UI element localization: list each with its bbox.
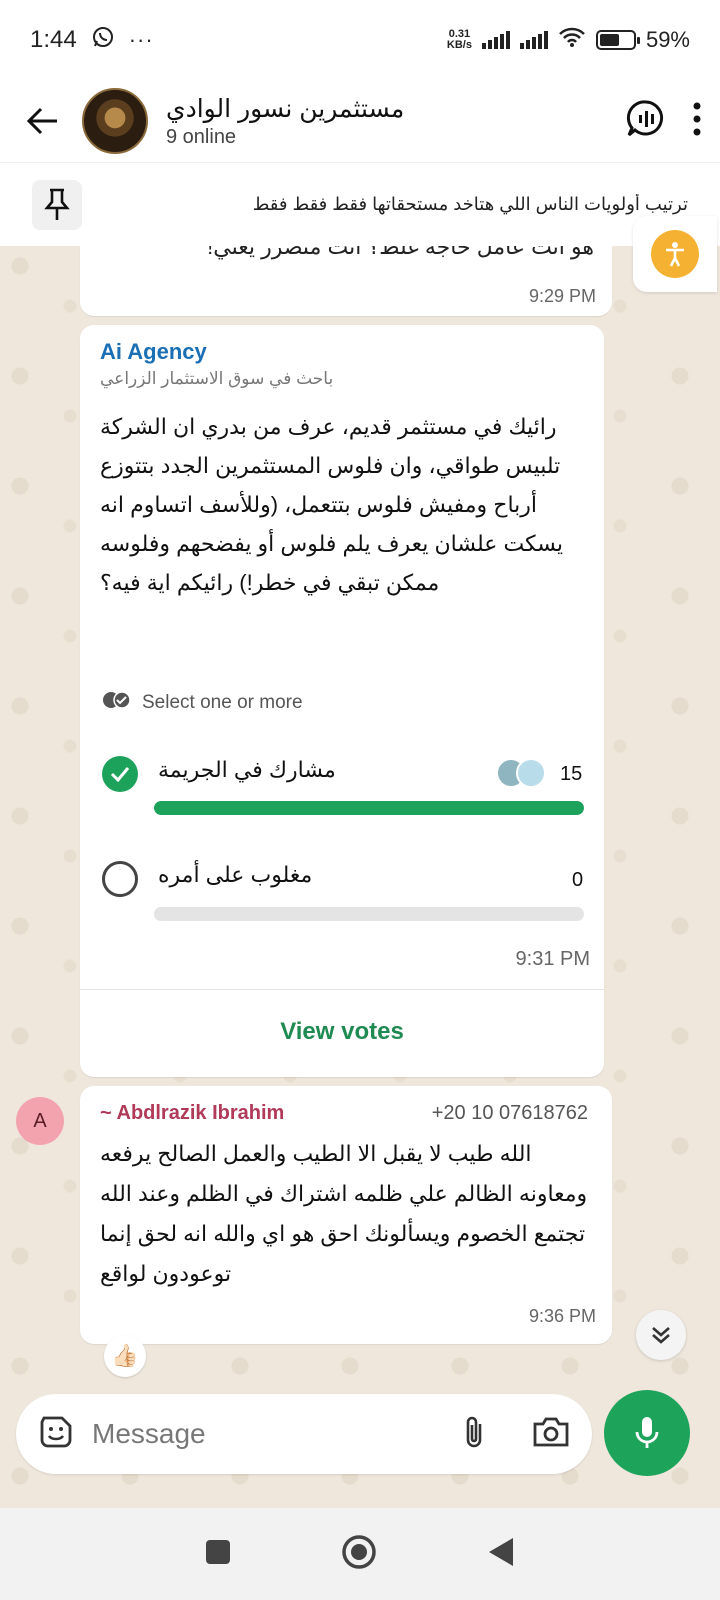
battery-percent: 59% — [645, 27, 690, 52]
accessibility-button[interactable] — [633, 216, 717, 292]
message-composer — [16, 1394, 592, 1474]
double-check-icon — [102, 691, 132, 715]
net-speed: 0.31 KB/s — [446, 28, 472, 51]
poll-sender-subtitle: باحث في سوق الاستثمار الزراعي — [100, 369, 334, 388]
mic-icon — [635, 1417, 659, 1448]
message-bubble[interactable]: هو انت عامل حاجة غلط؟ انت متضرر يعني! 9:… — [80, 246, 612, 316]
kebab-menu-icon[interactable] — [692, 102, 702, 141]
voter-avatars[interactable] — [496, 758, 546, 788]
poll-option-checkbox[interactable] — [102, 861, 138, 897]
message-input[interactable] — [92, 1418, 422, 1450]
chevron-double-down-icon — [652, 1327, 670, 1344]
signal-icon — [519, 31, 548, 49]
check-icon — [110, 767, 130, 782]
online-count: 9 online — [166, 125, 237, 148]
poll-option-label[interactable]: مشارك في الجريمة — [158, 757, 336, 783]
mic-button[interactable] — [604, 1390, 690, 1476]
pinned-text: ترتيب أولويات الناس اللي هتاخد مستحقاتها… — [252, 194, 688, 214]
square-nav-icon[interactable] — [205, 1539, 231, 1570]
message-time: 9:31 PM — [515, 948, 590, 970]
message-time: 9:36 PM — [528, 1306, 596, 1326]
poll-option-bar — [154, 907, 584, 921]
poll-option-count: 0 — [572, 869, 584, 891]
chat-header: مستثمرين نسور الوادي 9 online — [0, 80, 720, 162]
scroll-down-button[interactable] — [636, 1310, 686, 1360]
status-bar: 1:44 ··· 0.31 KB/s 59% — [0, 0, 720, 80]
group-info[interactable]: مستثمرين نسور الوادي 9 online — [166, 94, 404, 149]
camera-icon[interactable] — [532, 1416, 570, 1453]
home-nav-icon[interactable] — [341, 1534, 377, 1575]
message-sender[interactable]: ~ Abdlrazik Ibrahim — [100, 1102, 284, 1125]
poll-message: Ai Agency باحث في سوق الاستثمار الزراعي … — [80, 325, 604, 1077]
message-text: الله طيب لا يقبل الا الطيب والعمل الصالح… — [100, 1141, 588, 1286]
voice-chat-icon[interactable] — [626, 99, 666, 144]
wifi-icon — [558, 26, 586, 54]
message-text: هو انت عامل حاجة غلط؟ انت متضرر يعني! — [207, 246, 594, 259]
group-title: مستثمرين نسور الوادي — [166, 94, 405, 123]
sticker-icon[interactable] — [38, 1414, 74, 1455]
back-nav-icon[interactable] — [487, 1537, 515, 1572]
system-nav-bar — [0, 1508, 720, 1600]
group-avatar[interactable] — [82, 88, 148, 154]
back-arrow-icon[interactable] — [18, 96, 68, 146]
message-bubble[interactable]: ~ Abdlrazik Ibrahim +20 10 07618762 الله… — [80, 1086, 612, 1344]
poll-sender[interactable]: Ai Agency — [100, 339, 207, 365]
poll-question: رائيك في مستثمر قديم، عرف من بدري ان الش… — [100, 414, 563, 595]
sender-phone: +20 10 07618762 — [431, 1102, 588, 1124]
poll-option-bar — [154, 801, 584, 815]
poll-option-count: 15 — [560, 763, 583, 785]
more-dots-icon: ··· — [128, 27, 154, 52]
pin-icon — [32, 179, 82, 230]
battery-icon — [595, 30, 640, 50]
pinned-message-bar[interactable]: ترتيب أولويات الناس اللي هتاخد مستحقاتها… — [0, 162, 720, 246]
reaction-badge[interactable]: 👍🏻 — [104, 1335, 146, 1377]
attach-icon[interactable] — [462, 1414, 486, 1455]
whatsapp-icon — [91, 25, 115, 55]
avatar[interactable]: A — [16, 1097, 64, 1145]
view-votes-button[interactable]: View votes — [80, 1018, 604, 1046]
status-time: 1:44 — [30, 26, 77, 53]
poll-select-hint: Select one or more — [102, 691, 303, 715]
signal-icon — [481, 31, 510, 49]
poll-option-checkbox[interactable] — [102, 756, 138, 792]
poll-option-label[interactable]: مغلوب على أمره — [158, 862, 312, 888]
message-time: 9:29 PM — [528, 286, 596, 306]
accessibility-icon — [651, 230, 699, 278]
divider — [80, 989, 604, 990]
